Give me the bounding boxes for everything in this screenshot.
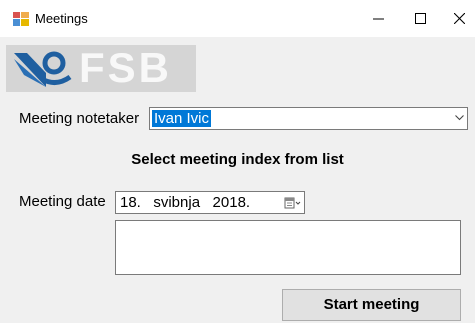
close-icon bbox=[453, 13, 465, 24]
chevron-down-icon[interactable] bbox=[455, 115, 464, 121]
minimize-button[interactable] bbox=[356, 0, 400, 37]
notetaker-label: Meeting notetaker bbox=[19, 110, 140, 127]
minimize-icon bbox=[372, 18, 384, 20]
fsb-logo: FSB bbox=[6, 45, 196, 92]
notetaker-value: Ivan Ivic bbox=[152, 110, 212, 127]
calendar-dropdown-icon[interactable] bbox=[284, 196, 302, 210]
date-label: Meeting date bbox=[19, 193, 106, 210]
start-meeting-button[interactable]: Start meeting bbox=[282, 289, 461, 321]
meeting-date-picker[interactable]: 18. svibnja 2018. bbox=[115, 191, 305, 214]
close-button[interactable] bbox=[437, 0, 475, 37]
section-heading: Select meeting index from list bbox=[131, 151, 344, 168]
maximize-icon bbox=[414, 13, 426, 24]
meeting-notes-textarea[interactable] bbox=[115, 220, 461, 275]
date-value: 18. svibnja 2018. bbox=[120, 194, 251, 211]
app-icon bbox=[13, 12, 29, 26]
notetaker-combobox[interactable]: Ivan Ivic bbox=[149, 107, 468, 130]
title-bar[interactable]: Meetings bbox=[0, 0, 475, 37]
logo-text: FSB bbox=[79, 44, 172, 91]
fsb-logo-icon bbox=[14, 51, 72, 87]
window-title: Meetings bbox=[35, 11, 88, 26]
maximize-button[interactable] bbox=[398, 0, 442, 37]
